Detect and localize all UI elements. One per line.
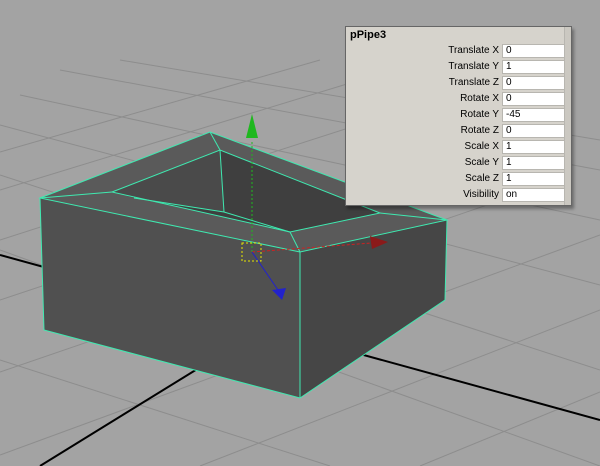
channel-list: Translate X 0 Translate Y 1 Translate Z … xyxy=(346,43,573,203)
channel-row-scale-x: Scale X 1 xyxy=(346,139,573,155)
channel-value-field[interactable]: on xyxy=(502,188,570,202)
channel-row-scale-z: Scale Z 1 xyxy=(346,171,573,187)
channel-row-translate-y: Translate Y 1 xyxy=(346,59,573,75)
channel-value-field[interactable]: 1 xyxy=(502,140,570,154)
channel-label: Rotate Z xyxy=(460,125,499,136)
channel-label: Scale Z xyxy=(465,173,499,184)
channel-row-visibility: Visibility on xyxy=(346,187,573,203)
channel-label: Scale X xyxy=(464,141,499,152)
object-name: pPipe3 xyxy=(346,27,571,43)
channel-box-scrollbar[interactable] xyxy=(564,27,571,205)
channel-label: Translate X xyxy=(448,45,499,56)
channel-label: Rotate X xyxy=(460,93,499,104)
channel-label: Rotate Y xyxy=(460,109,499,120)
channel-row-translate-z: Translate Z 0 xyxy=(346,75,573,91)
channel-value-field[interactable]: 0 xyxy=(502,124,570,138)
channel-box: pPipe3 Translate X 0 Translate Y 1 Trans… xyxy=(345,26,572,206)
channel-row-rotate-y: Rotate Y -45 xyxy=(346,107,573,123)
channel-value-field[interactable]: 1 xyxy=(502,60,570,74)
channel-value-field[interactable]: -45 xyxy=(502,108,570,122)
channel-value-field[interactable]: 0 xyxy=(502,92,570,106)
channel-label: Visibility xyxy=(463,189,499,200)
channel-value-field[interactable]: 0 xyxy=(502,76,570,90)
channel-row-translate-x: Translate X 0 xyxy=(346,43,573,59)
channel-value-field[interactable]: 0 xyxy=(502,44,570,58)
channel-label: Scale Y xyxy=(464,157,499,168)
channel-row-rotate-x: Rotate X 0 xyxy=(346,91,573,107)
channel-label: Translate Z xyxy=(448,77,499,88)
channel-label: Translate Y xyxy=(448,61,499,72)
channel-row-rotate-z: Rotate Z 0 xyxy=(346,123,573,139)
channel-value-field[interactable]: 1 xyxy=(502,172,570,186)
channel-row-scale-y: Scale Y 1 xyxy=(346,155,573,171)
channel-value-field[interactable]: 1 xyxy=(502,156,570,170)
